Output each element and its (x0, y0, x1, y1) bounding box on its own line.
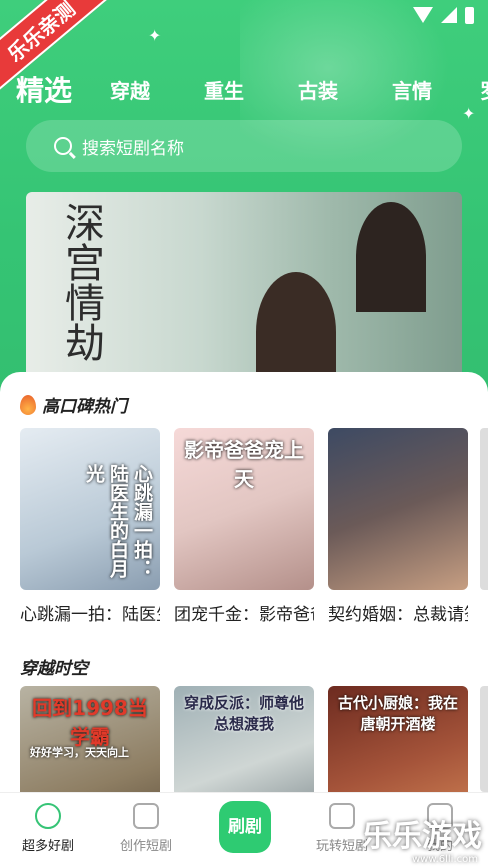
cube-icon (329, 803, 355, 829)
poster-text: 穿成反派：师尊他总想渡我 (183, 694, 304, 733)
tab-time-travel[interactable]: 穿越 (110, 75, 150, 104)
drama-poster (328, 428, 468, 590)
banner-title: 深宫情劫 (58, 202, 104, 362)
drama-poster: 影帝爸爸宠上天 (174, 428, 314, 590)
nav-watch-button[interactable]: 刷剧 (219, 801, 271, 853)
drama-poster: 心跳漏一拍：陆医生的白月光 (20, 428, 160, 590)
poster-text: 影帝爸爸宠上天 (184, 438, 304, 491)
battery-icon (465, 6, 474, 24)
search-bar[interactable]: 搜索短剧名称 (26, 120, 462, 172)
nav-label: 超多好剧 (21, 839, 74, 854)
nav-create[interactable]: 创作短剧 (106, 803, 186, 854)
featured-banner[interactable]: 深宫情劫 (26, 192, 462, 382)
sparkle-icon: ✦ (148, 26, 162, 45)
tab-romance[interactable]: 言情 (392, 75, 432, 104)
section-title-text: 高口碑热门 (42, 397, 127, 417)
drama-title: 心跳漏一拍：陆医生的白月光 (20, 605, 160, 625)
nav-home[interactable]: 超多好剧 (8, 803, 88, 854)
search-placeholder: 搜索短剧名称 (82, 138, 184, 159)
wifi-icon (413, 7, 433, 23)
poster-text: 古代小厨娘：我在唐朝开酒楼 (337, 694, 458, 733)
poster-text: 心跳漏一拍：陆医生的白月光 (83, 464, 153, 578)
drama-title: 契约婚姻：总裁请签字 (328, 605, 468, 625)
tab-costume[interactable]: 古装 (298, 75, 338, 104)
nav-label: 创作短剧 (119, 839, 172, 854)
partial-card[interactable] (480, 428, 488, 590)
drama-title: 团宠千金：影帝爸爸宠上天 (174, 605, 314, 625)
bottom-nav: 超多好剧 创作短剧 刷剧 玩转短剧 我的 乐乐游戏 www.6lli.com (0, 792, 488, 867)
hot-card-list: 心跳漏一拍：陆医生的白月光 心跳漏一拍：陆医生的白月光 影帝爸爸宠上天 团宠千金… (20, 428, 468, 625)
partial-card[interactable] (480, 686, 488, 792)
section-title-hot: 高口碑热门 (20, 392, 127, 417)
star-icon (35, 803, 61, 829)
tab-rebirth[interactable]: 重生 (204, 75, 244, 104)
watermark-url: www.6lli.com (411, 854, 478, 865)
status-bar (413, 4, 474, 26)
search-icon (54, 137, 72, 155)
drama-card[interactable]: 影帝爸爸宠上天 团宠千金：影帝爸爸宠上天 (174, 428, 314, 625)
drama-card[interactable]: 契约婚姻：总裁请签字 (328, 428, 468, 625)
poster-subtext: 好好学习，天天向上 (30, 746, 129, 759)
tab-more[interactable]: 罗 (480, 75, 488, 104)
signal-icon (441, 7, 457, 23)
section-title-time-travel: 穿越时空 (20, 659, 88, 679)
drama-card[interactable]: 心跳漏一拍：陆医生的白月光 心跳漏一拍：陆医生的白月光 (20, 428, 160, 625)
category-tabs: 精选 穿越 重生 古装 言情 罗 (0, 66, 488, 112)
tab-featured[interactable]: 精选 (16, 69, 72, 109)
plus-square-icon (133, 803, 159, 829)
content-sheet: 高口碑热门 心跳漏一拍：陆医生的白月光 心跳漏一拍：陆医生的白月光 影帝爸爸宠上… (0, 372, 488, 848)
banner-figure-female (356, 202, 426, 312)
banner-figure-male (256, 272, 336, 382)
flame-icon (20, 395, 36, 415)
watermark-logo: 乐乐游戏 (362, 819, 482, 854)
nav-label: 玩转短剧 (315, 839, 368, 854)
poster-text: 回到1998当学霸 (32, 696, 148, 749)
header-area: ✦ ✦ 精选 穿越 重生 古装 言情 罗 搜索短剧名称 深宫情劫 (0, 0, 488, 400)
